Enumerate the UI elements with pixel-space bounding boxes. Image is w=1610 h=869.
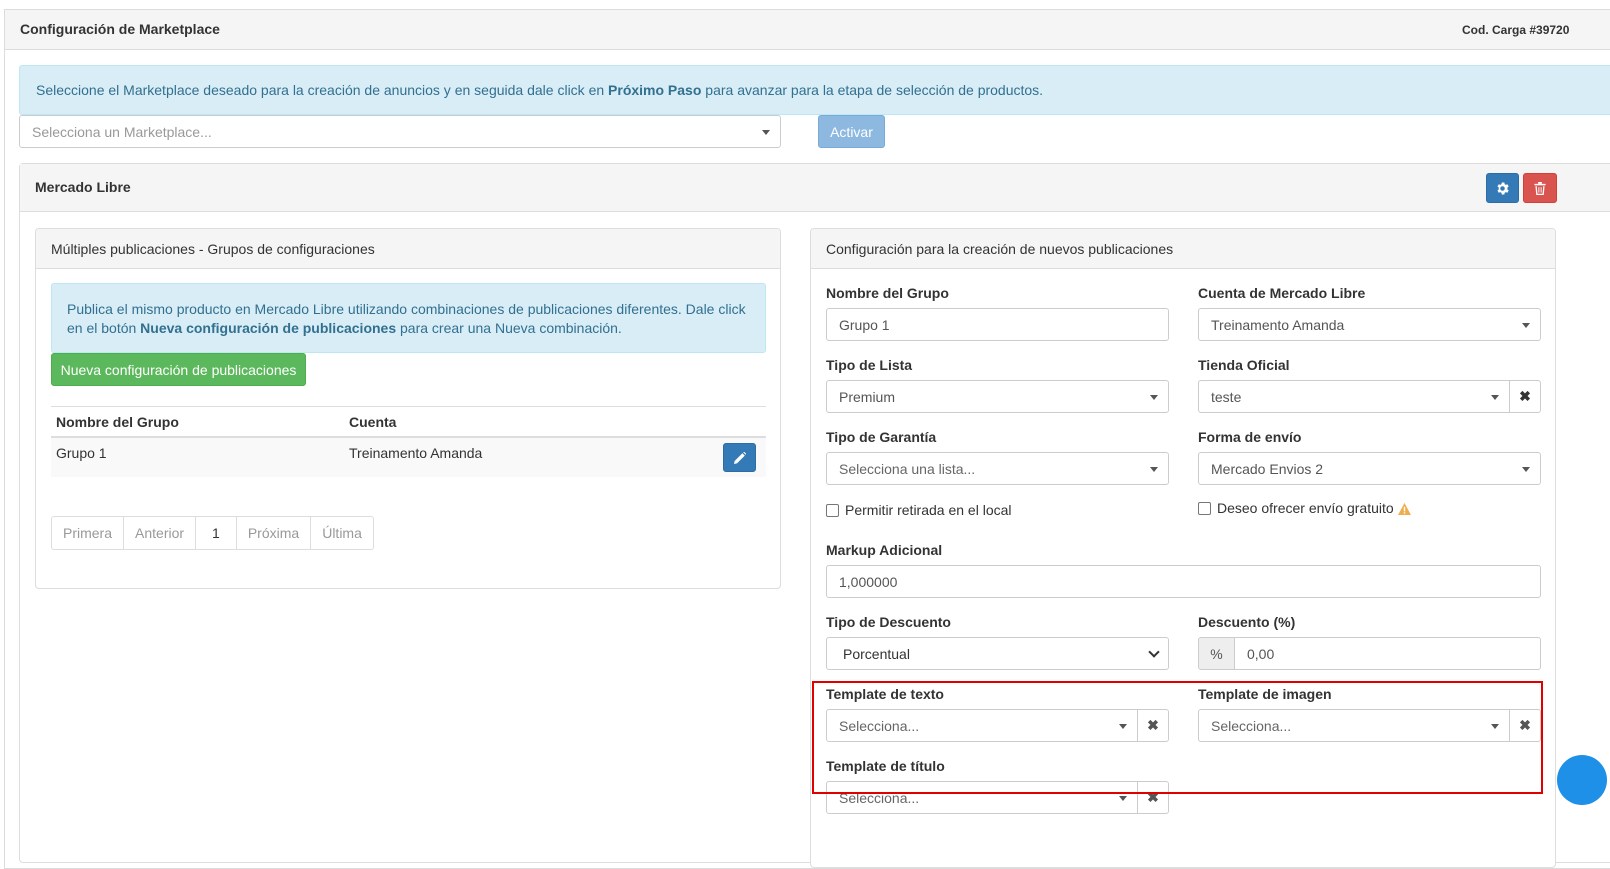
edit-group-button[interactable] [723,443,756,472]
marketplace-select[interactable]: Selecciona un Marketplace... [19,115,781,148]
shipping-select[interactable]: Mercado Envios 2 [1198,452,1541,485]
chevron-down-icon [1522,466,1530,472]
pagination-first[interactable]: Primera [52,517,125,549]
groups-panel-heading: Múltiples publicaciones - Grupos de conf… [36,229,780,269]
table-cell-group-name: Grupo 1 [56,445,107,461]
pagination-previous[interactable]: Anterior [124,517,197,549]
config-panel-title: Configuración para la creación de nuevos… [826,240,1174,257]
table-header-account: Cuenta [349,414,397,430]
group-name-input[interactable]: Grupo 1 [826,308,1169,341]
table-header-group-name: Nombre del Grupo [56,414,179,430]
pagination-next[interactable]: Próxima [237,517,312,549]
chevron-down-icon [1150,466,1158,472]
shipping-label: Forma de envío [1198,429,1302,445]
pagination: Primera Anterior 1 Próxima Última [51,516,374,550]
mercado-libre-panel-heading [20,164,1610,212]
discount-value: 0,00 [1247,645,1275,662]
markup-input[interactable]: 1,000000 [826,565,1541,598]
discount-addon: % [1198,637,1235,670]
warranty-label: Tipo de Garantía [826,429,937,445]
intro-text-after: para avanzar para la etapa de selección … [701,82,1044,98]
list-type-value: Premium [839,388,896,405]
pagination-last[interactable]: Última [311,517,373,549]
highlight-box [812,681,1543,794]
chevron-down-icon [762,129,770,135]
discount-type-label: Tipo de Descuento [826,614,951,630]
page-title: Configuración de Marketplace [20,21,220,37]
gear-icon [1497,181,1509,195]
groups-info-after: para crear una Nueva combinación. [396,320,622,336]
chevron-down-icon [1150,394,1158,400]
store-value: teste [1211,388,1242,405]
markup-label: Markup Adicional [826,542,943,558]
group-name-value: Grupo 1 [839,316,890,333]
account-value: Treinamento Amanda [1211,316,1345,333]
close-icon: ✖ [1519,388,1531,404]
account-label: Cuenta de Mercado Libre [1198,285,1366,301]
discount-type-value: Porcentual [843,645,910,662]
groups-info-bold: Nueva configuración de publicaciones [140,320,397,336]
warranty-select[interactable]: Selecciona una lista... [826,452,1169,485]
intro-alert: Seleccione el Marketplace deseado para l… [19,65,1610,115]
store-label: Tienda Oficial [1198,357,1290,373]
intro-text-before: Seleccione el Marketplace deseado para l… [36,82,609,98]
shipping-value: Mercado Envios 2 [1211,460,1324,477]
new-configuration-button[interactable]: Nueva configuración de publicaciones [51,353,306,386]
trash-icon [1534,181,1546,195]
chevron-down-icon [1148,645,1160,658]
delete-button[interactable] [1523,173,1557,203]
groups-info-alert: Publica el mismo producto en Mercado Lib… [51,283,766,353]
outer-panel-heading [5,10,1610,50]
markup-value: 1,000000 [839,573,898,590]
activate-button[interactable]: Activar [818,115,885,148]
pagination-current-page[interactable]: 1 [196,517,237,549]
pickup-checkbox-label: Permitir retirada en el local [845,502,1012,518]
chevron-down-icon [1119,795,1127,801]
chevron-down-icon [1491,394,1499,400]
marketplace-select-placeholder: Selecciona un Marketplace... [32,123,212,140]
intro-text-bold: Próximo Paso [608,82,702,98]
list-type-label: Tipo de Lista [826,357,913,373]
table-cell-account: Treinamento Amanda [349,445,483,461]
warranty-placeholder: Selecciona una lista... [839,460,976,477]
chat-bubble[interactable] [1557,755,1607,805]
store-clear-button[interactable]: ✖ [1509,380,1541,413]
account-select[interactable]: Treinamento Amanda [1198,308,1541,341]
warning-icon [1398,503,1411,515]
list-type-select[interactable]: Premium [826,380,1169,413]
discount-label: Descuento (%) [1198,614,1296,630]
free-shipping-checkbox-label: Deseo ofrecer envío gratuito [1217,500,1394,516]
table-top-border [51,406,766,407]
store-select[interactable]: teste [1198,380,1510,413]
pickup-checkbox[interactable] [826,504,839,517]
chevron-down-icon [1522,322,1530,328]
pencil-icon [733,451,746,464]
groups-panel-title: Múltiples publicaciones - Grupos de conf… [51,240,375,257]
discount-input[interactable]: 0,00 [1234,637,1541,670]
discount-type-select[interactable]: Porcentual [826,637,1169,670]
config-panel-heading: Configuración para la creación de nuevos… [811,229,1555,269]
settings-button[interactable] [1486,173,1519,203]
load-code: Cod. Carga #39720 [1462,23,1570,37]
group-name-label: Nombre del Grupo [826,285,949,301]
free-shipping-checkbox[interactable] [1198,502,1211,515]
mercado-libre-title: Mercado Libre [35,179,131,195]
